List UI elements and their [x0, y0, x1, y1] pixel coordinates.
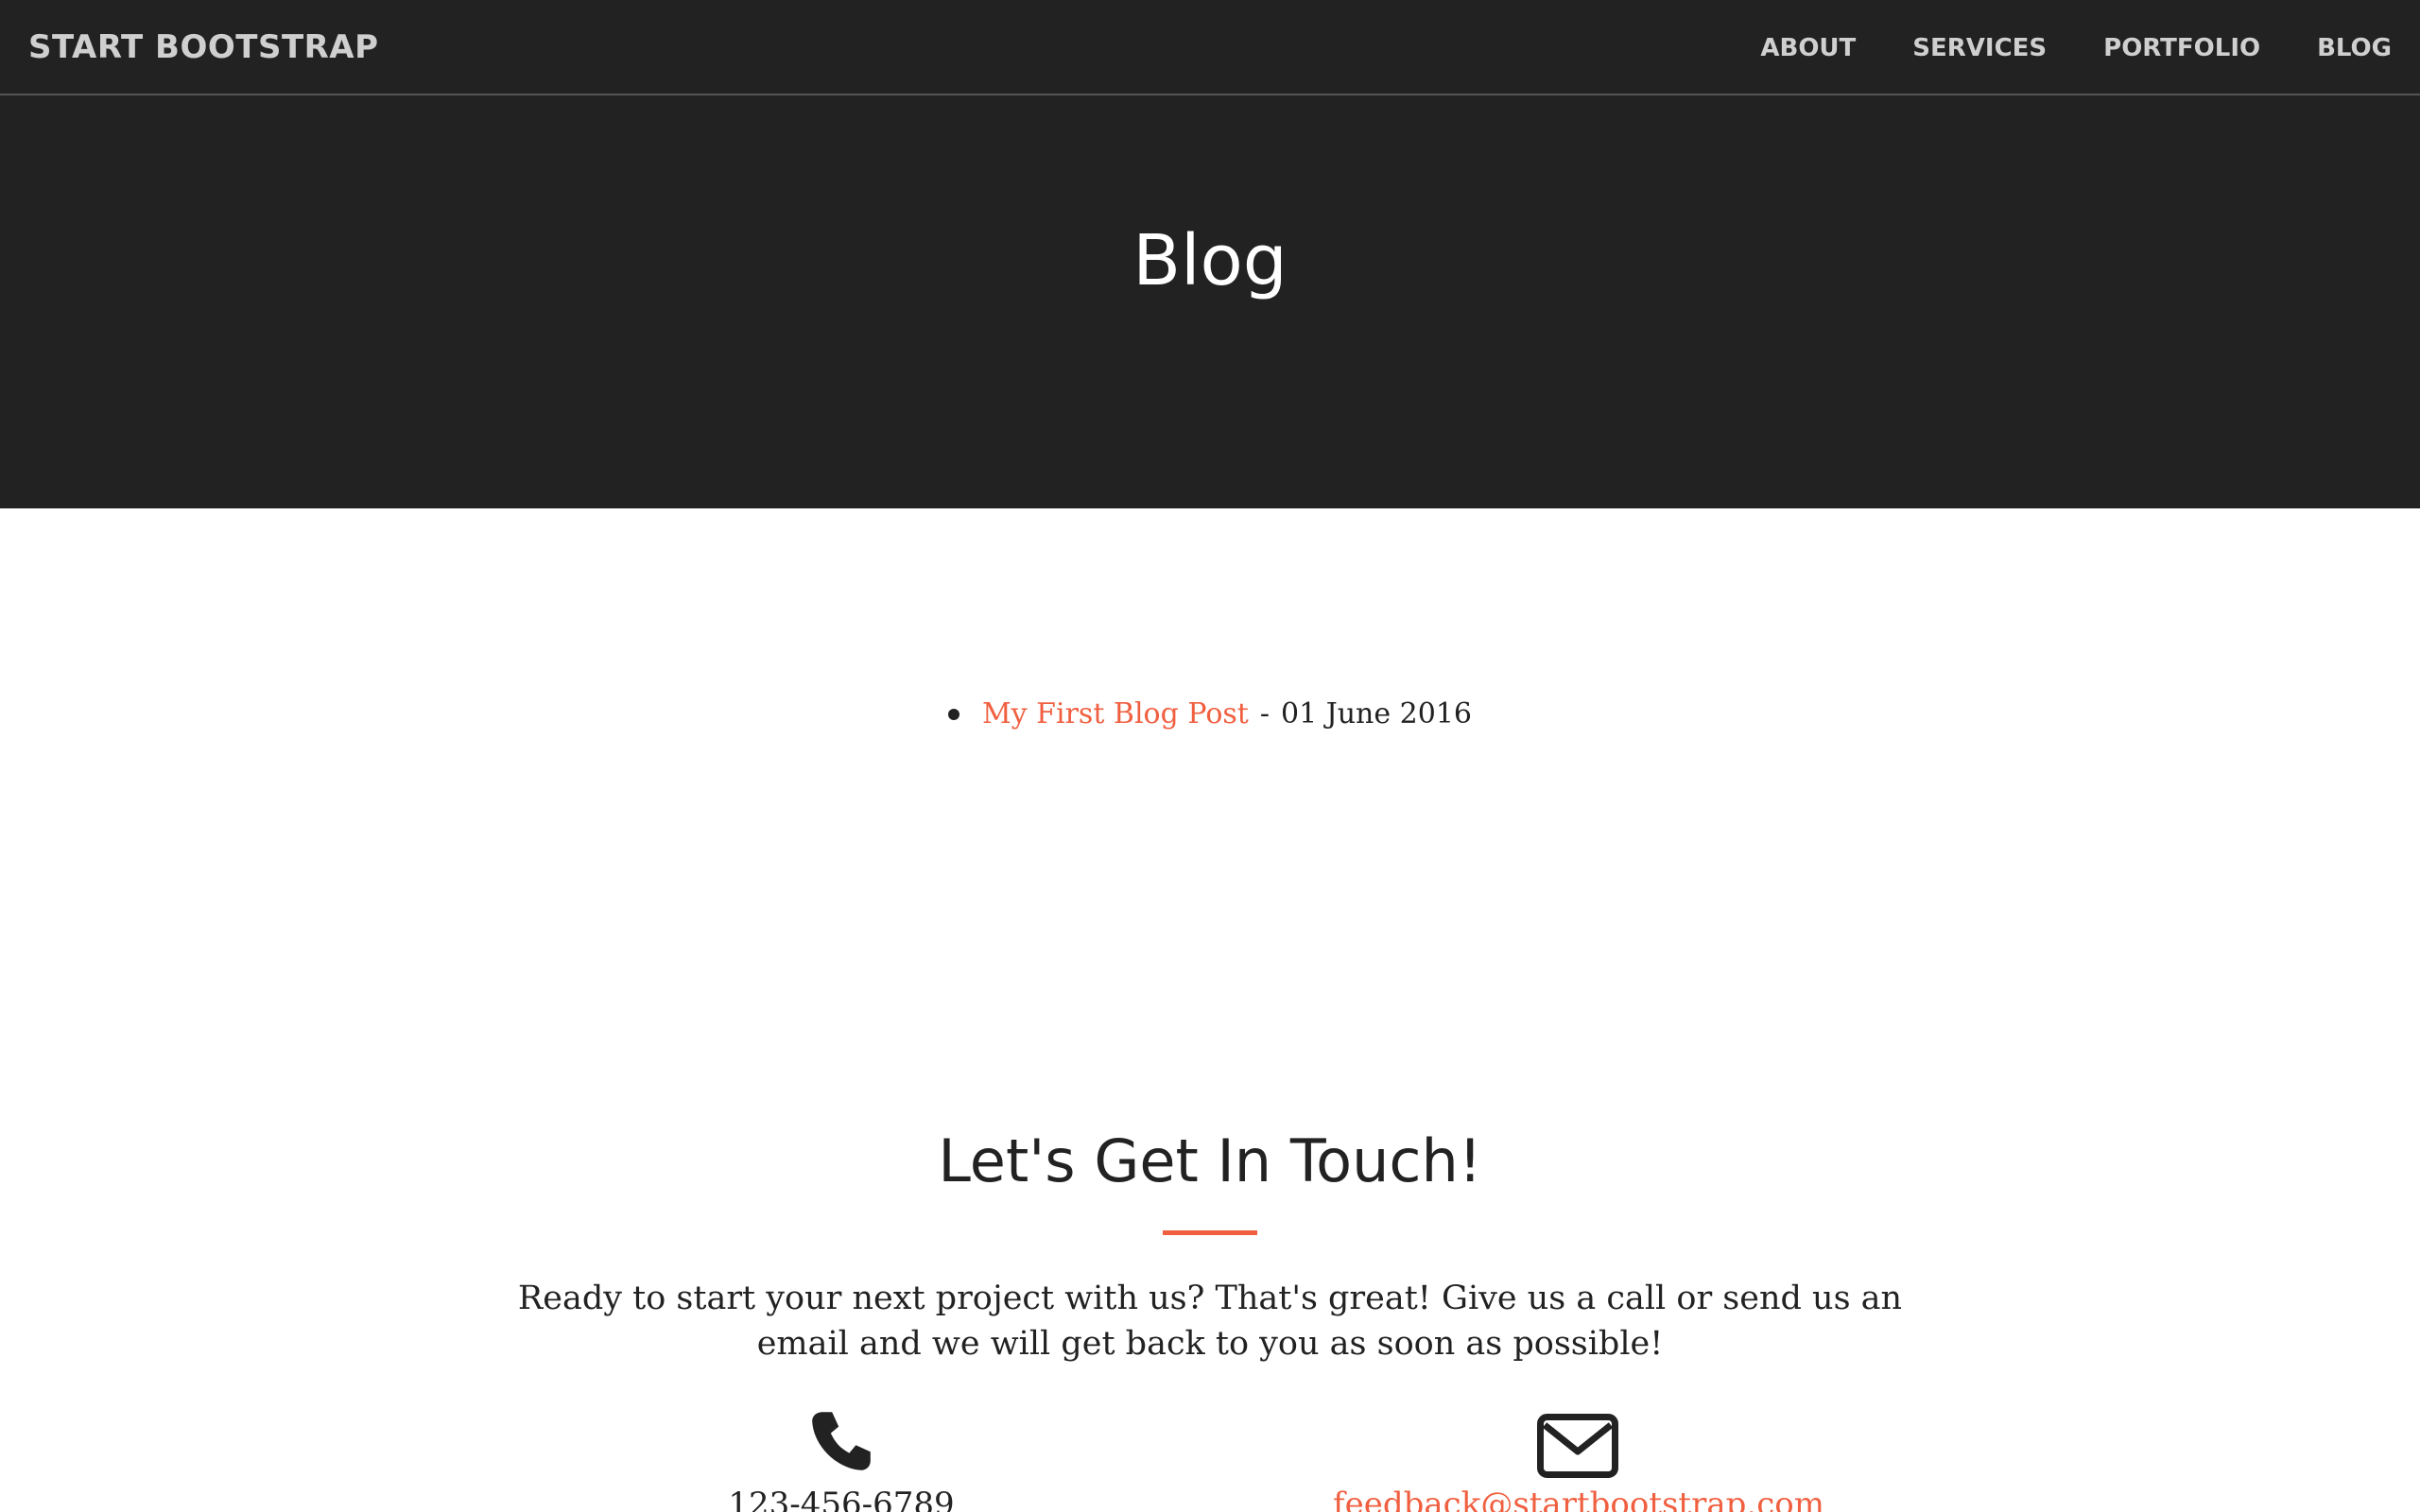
phone-number: 123-456-6789 [728, 1486, 955, 1512]
nav-link-portfolio[interactable]: PORTFOLIO [2103, 34, 2260, 62]
email-link[interactable]: feedback@startbootstrap.com [1295, 1486, 1862, 1512]
envelope-icon [1537, 1414, 1618, 1478]
nav-link-services[interactable]: SERVICES [1912, 34, 2047, 62]
nav-link-blog[interactable]: BLOG [2317, 34, 2392, 62]
nav-link-about[interactable]: ABOUT [1760, 34, 1856, 62]
nav-links: ABOUT SERVICES PORTFOLIO BLOG [1703, 34, 2392, 62]
brand-link[interactable]: START BOOTSTRAP [28, 28, 379, 66]
page-title: Blog [1132, 220, 1288, 301]
list-item: My First Blog Post - 01 June 2016 [947, 697, 1473, 730]
title-divider [1163, 1230, 1257, 1235]
navbar: START BOOTSTRAP ABOUT SERVICES PORTFOLIO… [0, 0, 2420, 95]
page-header: Blog [0, 95, 2420, 508]
bullet-icon [947, 708, 959, 720]
contact-title: Let's Get In Touch! [938, 1126, 1482, 1195]
phone-icon [812, 1412, 871, 1470]
blog-post-link[interactable]: My First Blog Post [982, 697, 1249, 730]
contact-text: Ready to start your next project with us… [517, 1280, 1903, 1363]
blog-list: My First Blog Post - 01 June 2016 [0, 697, 2420, 730]
post-date: 01 June 2016 [1280, 697, 1473, 730]
post-separator: - [1259, 697, 1270, 730]
